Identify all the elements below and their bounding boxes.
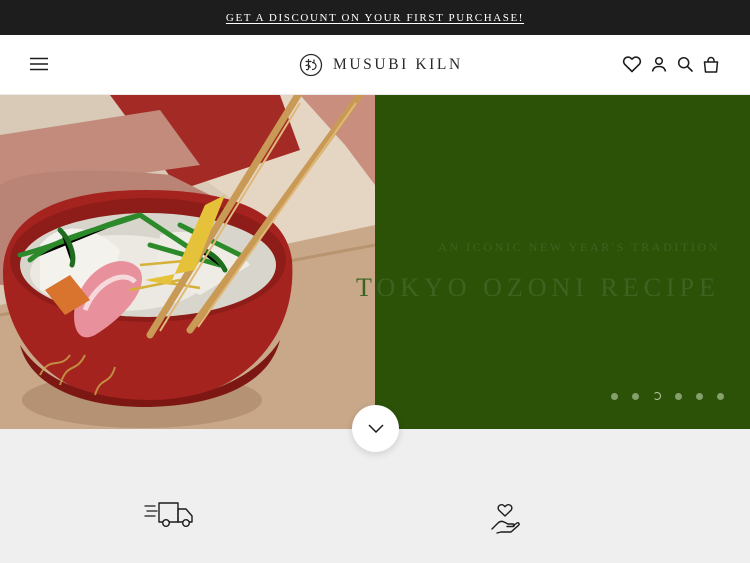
hero-text-panel: AN ICONIC NEW YEAR'S TRADITION TOKYO OZO… xyxy=(356,95,750,429)
brand-logo[interactable]: MUSUBI KILN xyxy=(299,52,463,78)
menu-icon xyxy=(30,57,48,71)
announcement-link[interactable]: GET A DISCOUNT ON YOUR FIRST PURCHASE! xyxy=(226,12,524,24)
search-icon xyxy=(677,56,693,72)
hero-slideshow: AN ICONIC NEW YEAR'S TRADITION TOKYO OZO… xyxy=(0,95,750,429)
hero-title[interactable]: TOKYO OZONI RECIPE xyxy=(356,273,720,303)
fast-delivery-truck-icon xyxy=(144,502,193,528)
scroll-down-button[interactable] xyxy=(352,405,399,452)
chevron-down-icon xyxy=(367,424,384,433)
cart-bag-icon xyxy=(703,56,719,73)
slide-pagination xyxy=(611,392,724,400)
slide-dot[interactable] xyxy=(632,392,639,400)
heart-in-hand-icon xyxy=(491,503,520,534)
menu-button[interactable] xyxy=(28,55,50,73)
cart-button[interactable] xyxy=(702,53,720,75)
header-actions xyxy=(622,53,720,75)
brand-name: MUSUBI KILN xyxy=(333,56,463,73)
account-button[interactable] xyxy=(650,53,668,75)
search-button[interactable] xyxy=(676,53,694,75)
wishlist-button[interactable] xyxy=(622,53,642,75)
hero-subtitle: AN ICONIC NEW YEAR'S TRADITION xyxy=(438,240,720,254)
announcement-bar: GET A DISCOUNT ON YOUR FIRST PURCHASE! xyxy=(0,0,750,35)
hero-photo xyxy=(0,95,375,429)
kiln-emblem-icon xyxy=(299,53,323,77)
slide-dot[interactable] xyxy=(696,392,703,400)
account-icon xyxy=(651,56,667,72)
slide-dot[interactable] xyxy=(675,392,682,400)
slide-dot[interactable] xyxy=(717,392,724,400)
site-header: MUSUBI KILN xyxy=(0,35,750,95)
slide-dot-active[interactable] xyxy=(653,392,661,400)
slide-dot[interactable] xyxy=(611,392,618,400)
wishlist-heart-icon xyxy=(622,56,642,73)
